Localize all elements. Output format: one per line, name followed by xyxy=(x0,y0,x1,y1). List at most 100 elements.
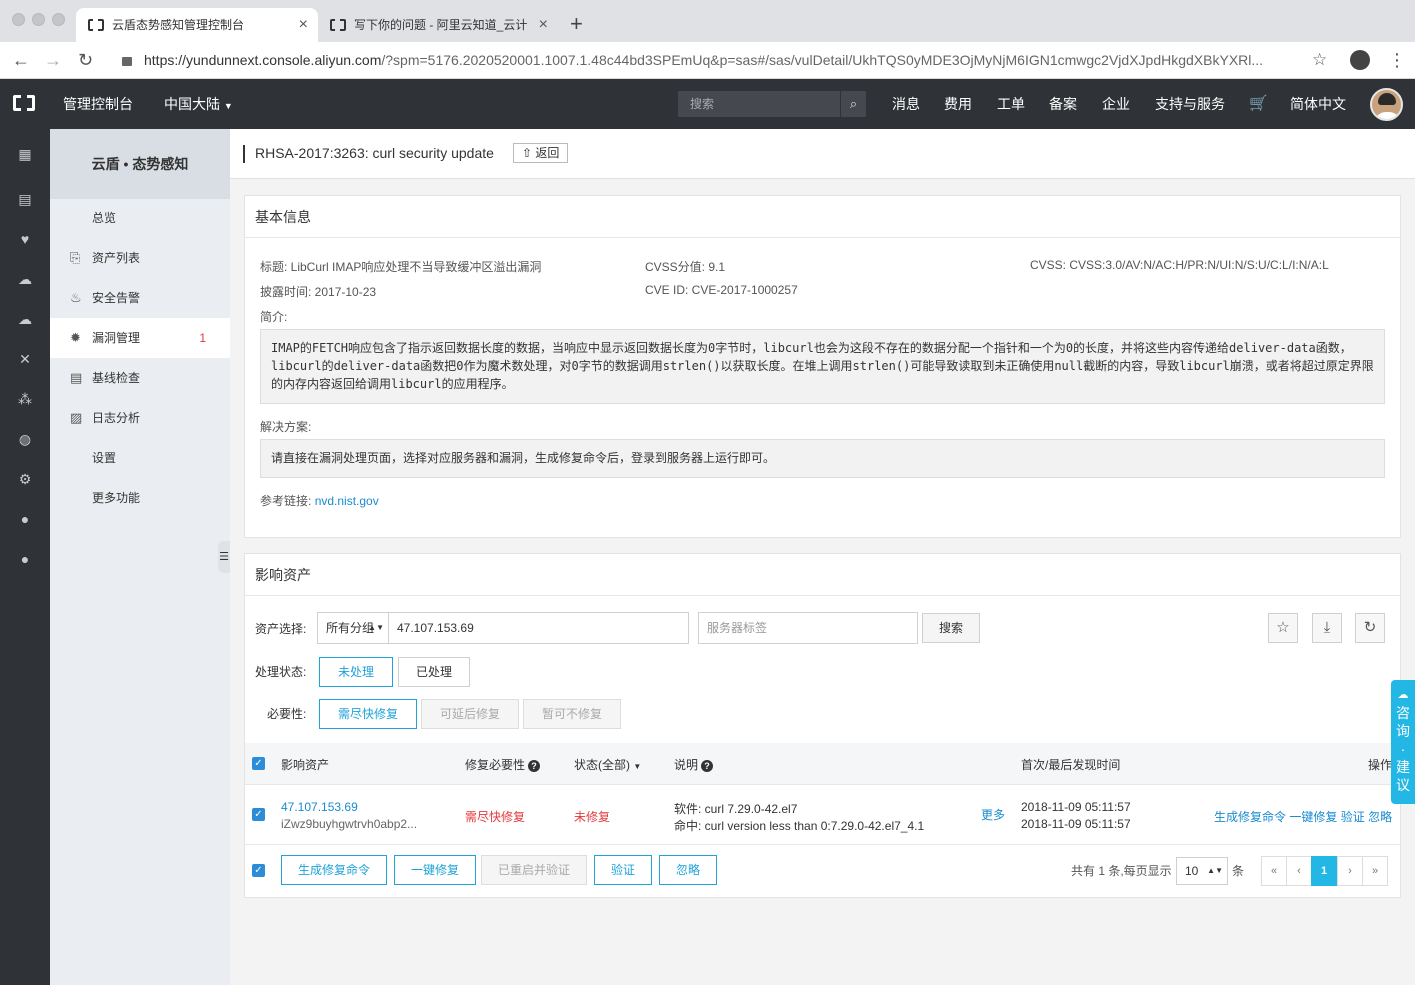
page-1-button[interactable]: 1 xyxy=(1311,856,1337,886)
row-checkbox[interactable]: ✓ xyxy=(252,808,265,821)
region-selector[interactable]: 中国大陆 ▼ xyxy=(164,79,233,131)
aliyun-logo-icon[interactable] xyxy=(13,94,35,112)
sidebar: 云盾 • 态势感知 总览 ⎘ 资产列表 ♨ 安全告警 ✹ 漏洞管理 1 ▤ 基线检查 ▨ 日… xyxy=(50,129,230,985)
filter-not-needed[interactable]: 暂可不修复 xyxy=(523,699,621,729)
next-page-button[interactable]: › xyxy=(1337,856,1363,886)
consult-char: 咨 xyxy=(1396,705,1410,721)
bulk-one-click-fix-button[interactable]: 一键修复 xyxy=(394,855,476,885)
sidebar-item-vulns[interactable]: ✹ 漏洞管理 1 xyxy=(50,318,230,358)
group-select[interactable]: 所有分组 ▲▼ xyxy=(317,612,389,644)
page-size-select[interactable]: 10 ▲▼ xyxy=(1176,857,1228,885)
forward-arrow-icon[interactable]: → xyxy=(44,48,62,72)
help-icon[interactable]: ? xyxy=(701,760,714,772)
reload-icon[interactable]: ↻ xyxy=(78,48,93,72)
search-icon[interactable]: ⌕ xyxy=(840,91,866,117)
first-page-button[interactable]: « xyxy=(1261,856,1287,886)
bulk-ignore-button[interactable]: 忽略 xyxy=(659,855,717,885)
sidebar-item-label: 漏洞管理 xyxy=(92,331,141,345)
summary-text: IMAP的FETCH响应包含了指示返回数据长度的数据，当响应中显示返回数据长度为… xyxy=(260,329,1385,404)
title-marker xyxy=(243,145,245,163)
export-icon[interactable]: ⤓ xyxy=(1312,613,1342,643)
top-search[interactable]: 搜索 ⌕ xyxy=(678,91,866,117)
bulk-generate-fix-button[interactable]: 生成修复命令 xyxy=(281,855,387,885)
server-icon[interactable]: ▤ xyxy=(17,191,33,207)
help-icon[interactable]: ? xyxy=(528,760,541,772)
filter-urgent[interactable]: 需尽快修复 xyxy=(319,699,417,729)
network-icon[interactable]: ⁂ xyxy=(17,391,33,407)
more-link[interactable]: 更多 xyxy=(981,806,1005,823)
group-select-value: 所有分组 xyxy=(326,621,375,635)
browser-tab-active[interactable]: 云盾态势感知管理控制台 × xyxy=(76,8,318,42)
profile-icon[interactable] xyxy=(1350,50,1370,70)
shield-icon[interactable]: ♥ xyxy=(17,231,33,247)
url-field[interactable]: https://yundunnext.console.aliyun.com/?s… xyxy=(118,46,1343,74)
bulk-restart-verify-button[interactable]: 已重启并验证 xyxy=(481,855,587,885)
sidebar-item-assets[interactable]: ⎘ 资产列表 xyxy=(50,238,230,278)
filter-unhandled[interactable]: 未处理 xyxy=(319,657,393,687)
grid-icon[interactable]: ▦ xyxy=(17,146,33,162)
circle-icon[interactable]: ● xyxy=(17,551,33,567)
nav-tickets[interactable]: 工单 xyxy=(997,79,1025,129)
cart-icon[interactable]: 🛒 xyxy=(1249,79,1268,129)
tab-close-icon[interactable]: × xyxy=(299,8,308,42)
ignore-link[interactable]: 忽略 xyxy=(1368,810,1392,824)
sidebar-item-settings[interactable]: 设置 xyxy=(50,438,230,478)
sidebar-item-label: 总览 xyxy=(92,211,117,225)
language-switch[interactable]: 简体中文 xyxy=(1290,79,1346,129)
generate-fix-link[interactable]: 生成修复命令 xyxy=(1214,810,1286,824)
last-page-button[interactable]: » xyxy=(1362,856,1388,886)
star-icon[interactable]: ☆ xyxy=(1268,613,1298,643)
reference-link[interactable]: nvd.nist.gov xyxy=(315,494,379,508)
browser-menu-icon[interactable]: ⋮ xyxy=(1388,48,1406,72)
search-button[interactable]: 搜索 xyxy=(922,613,980,643)
window-minimize-dot[interactable] xyxy=(32,13,45,26)
aliyun-favicon-icon xyxy=(88,18,104,31)
consult-feedback-tab[interactable]: ☁ 咨 询 · 建 议 xyxy=(1391,680,1415,804)
sidebar-item-overview[interactable]: 总览 xyxy=(50,198,230,238)
back-button[interactable]: ⇧ 返回 xyxy=(513,143,569,163)
nav-messages[interactable]: 消息 xyxy=(892,79,920,129)
cloud-upload-icon[interactable]: ☁ xyxy=(17,311,33,327)
tool-icon[interactable]: ⚙ xyxy=(17,471,33,487)
cloud-icon[interactable]: ☁ xyxy=(17,271,33,287)
globe-icon[interactable]: ◍ xyxy=(17,431,33,447)
console-home-link[interactable]: 管理控制台 xyxy=(63,79,133,129)
asset-input[interactable]: 47.107.153.69 xyxy=(388,612,689,644)
solution-label: 解决方案: xyxy=(260,420,312,434)
window-zoom-dot[interactable] xyxy=(52,13,65,26)
nav-icp[interactable]: 备案 xyxy=(1049,79,1077,129)
sidebar-item-alerts[interactable]: ♨ 安全告警 xyxy=(50,278,230,318)
nav-support[interactable]: 支持与服务 xyxy=(1155,79,1225,129)
sidebar-item-baseline[interactable]: ▤ 基线检查 xyxy=(50,358,230,398)
bulk-select-checkbox[interactable]: ✓ xyxy=(252,864,265,877)
filter-handled[interactable]: 已处理 xyxy=(398,657,470,687)
nav-enterprise[interactable]: 企业 xyxy=(1102,79,1130,129)
tab-close-icon[interactable]: × xyxy=(539,8,548,42)
new-tab-button[interactable]: + xyxy=(570,10,583,38)
refresh-icon[interactable]: ↻ xyxy=(1355,613,1385,643)
panel-heading: 影响资产 xyxy=(245,554,1400,596)
bookmark-star-icon[interactable]: ☆ xyxy=(1312,48,1327,72)
circle-icon[interactable]: ● xyxy=(17,511,33,527)
select-all-checkbox[interactable]: ✓ xyxy=(252,757,265,770)
asset-ip-link[interactable]: 47.107.153.69 xyxy=(281,800,358,814)
bulk-verify-button[interactable]: 验证 xyxy=(594,855,652,885)
back-arrow-icon[interactable]: ← xyxy=(12,48,30,72)
column-status[interactable]: 状态(全部) ▼ xyxy=(574,756,641,773)
one-click-fix-link[interactable]: 一键修复 xyxy=(1289,810,1337,824)
server-tag-input[interactable]: 服务器标签 xyxy=(698,612,918,644)
verify-link[interactable]: 验证 xyxy=(1341,810,1365,824)
filter-deferrable[interactable]: 可延后修复 xyxy=(421,699,519,729)
browser-tab[interactable]: 写下你的问题 - 阿里云知道_云计 × xyxy=(318,8,558,42)
status-label: 处理状态: xyxy=(255,665,307,679)
sidebar-collapse-icon[interactable]: ☰ xyxy=(218,541,230,573)
sidebar-item-logs[interactable]: ▨ 日志分析 xyxy=(50,398,230,438)
cross-icon[interactable]: ✕ xyxy=(17,351,33,367)
sidebar-item-label: 基线检查 xyxy=(92,371,141,385)
sidebar-item-more[interactable]: 更多功能 xyxy=(50,478,230,518)
affected-assets-panel: 影响资产 xyxy=(244,553,1401,898)
prev-page-button[interactable]: ‹ xyxy=(1286,856,1312,886)
nav-billing[interactable]: 费用 xyxy=(944,79,972,129)
window-close-dot[interactable] xyxy=(12,13,25,26)
avatar[interactable] xyxy=(1370,88,1403,121)
